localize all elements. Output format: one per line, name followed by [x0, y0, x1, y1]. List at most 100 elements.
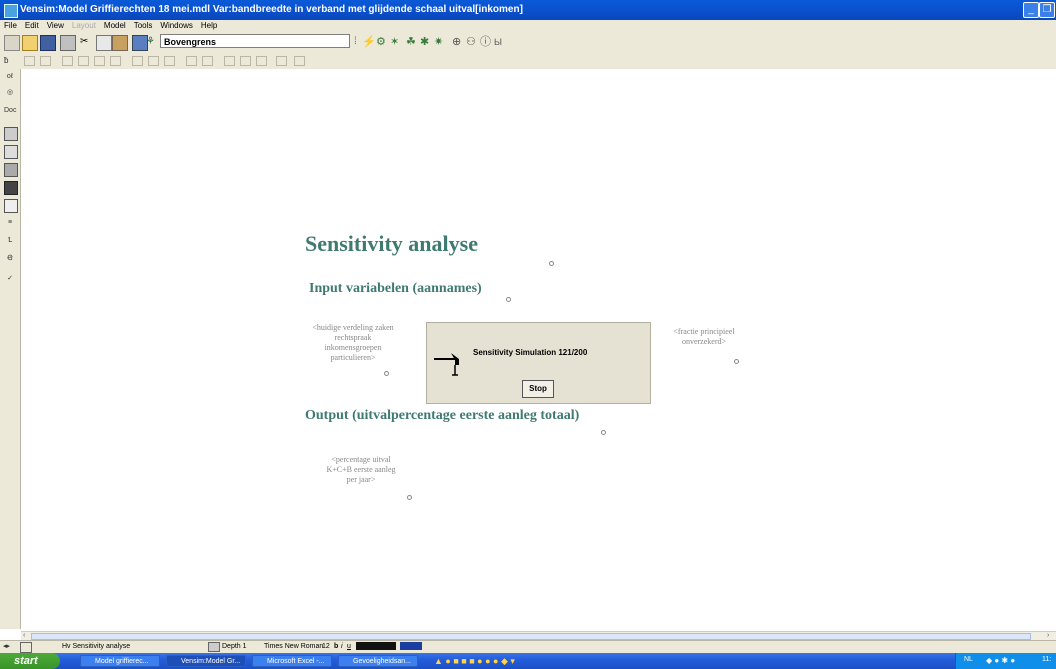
shadow-variable-2-handle — [734, 359, 739, 364]
system-tray: NL ◆ ● ✱ ● 11: — [955, 653, 1056, 669]
language-indicator[interactable]: NL — [964, 656, 973, 663]
arrow-tool-icon[interactable] — [78, 56, 89, 66]
restore-button[interactable]: ❐ — [1039, 2, 1055, 18]
hide-wand-icon[interactable] — [186, 56, 197, 66]
open-folder-icon[interactable] — [22, 35, 38, 51]
task-excel[interactable]: Microsoft Excel -... — [252, 655, 332, 667]
causes-strip-tool-icon[interactable] — [4, 127, 18, 141]
unhide-wand-icon[interactable] — [164, 56, 175, 66]
simulation-progress-text: Sensitivity Simulation 121/200 — [473, 348, 588, 357]
depth-indicator[interactable]: Depth 1 — [222, 642, 247, 652]
scroll-left-icon[interactable]: ‹ — [23, 632, 25, 639]
input-section-heading: Input variabelen (aannames) — [309, 281, 482, 296]
clock: 11: — [1042, 656, 1052, 663]
shadow-variable-uitval[interactable]: <percentage uitval K+C+B eerste aanleg p… — [321, 455, 401, 485]
italic-toggle[interactable]: i — [341, 642, 343, 652]
synthesim-icon[interactable]: ✱ — [420, 35, 434, 49]
print-icon[interactable] — [60, 35, 76, 51]
current-view-name[interactable]: Hv Sensitivity analyse — [62, 642, 130, 652]
move-icon[interactable] — [24, 56, 35, 66]
runs-compare-icon[interactable] — [4, 199, 18, 213]
view-nav-icon[interactable]: ◂▸ — [3, 642, 10, 652]
rate-tool-icon[interactable] — [94, 56, 105, 66]
sketch-toolbar: ƀ — [0, 53, 1056, 70]
minimize-button[interactable]: _ — [1023, 2, 1039, 18]
shadow-variable-onverzekerd[interactable]: <fractie principieel onverzekerd> — [673, 327, 735, 347]
uses-tree-icon[interactable]: ◎ — [4, 87, 16, 99]
sensitivity-progress-dialog: Sensitivity Simulation 121/200 Stop — [426, 322, 651, 404]
color-selectors[interactable] — [356, 642, 396, 650]
model-info-icon[interactable]: Ы — [494, 35, 508, 49]
shadow-variable-icon[interactable] — [110, 56, 121, 66]
table-time-down-icon[interactable] — [4, 181, 18, 195]
causes-tree-icon[interactable]: oℓ — [4, 71, 16, 83]
cut-icon[interactable]: ✂ — [80, 35, 94, 49]
view-list-icon[interactable] — [20, 642, 32, 653]
table-window-icon[interactable] — [4, 163, 18, 177]
optimize-icon[interactable]: ☘ — [406, 35, 420, 49]
stop-button[interactable]: Stop — [522, 380, 554, 398]
menu-layout[interactable]: Layout — [72, 20, 96, 31]
table-tool-icon[interactable] — [294, 56, 305, 66]
control-panel-icon[interactable]: ⚇ — [466, 35, 480, 49]
doc-icon[interactable]: Doc — [4, 105, 16, 117]
scroll-right-icon[interactable]: › — [1047, 632, 1049, 639]
lock-icon[interactable]: ƀ — [4, 56, 15, 66]
underline-toggle[interactable]: u — [347, 642, 351, 652]
delete-tool-icon[interactable] — [202, 56, 213, 66]
new-model-icon[interactable] — [4, 35, 20, 51]
quick-launch-icons[interactable]: ▲ ● ■ ■ ■ ● ● ● ◆ ▾ — [434, 656, 515, 667]
menu-view[interactable]: View — [47, 20, 64, 31]
causes-strip-icon[interactable] — [256, 56, 267, 66]
windows-taskbar: start Model griffierec... Vensim:Model G… — [0, 653, 1056, 669]
scrollbar-thumb[interactable] — [31, 633, 1031, 640]
hammer-icon — [434, 353, 459, 376]
simulate-icon[interactable]: ⚡ — [362, 35, 376, 49]
status-bar: ◂▸ Hv Sensitivity analyse Depth 1 Times … — [0, 640, 1056, 653]
sensitivity-icon[interactable]: ✶ — [390, 35, 404, 49]
sketch-comment-icon[interactable] — [148, 56, 159, 66]
heading-handle — [549, 261, 554, 266]
menu-help[interactable]: Help — [201, 20, 217, 31]
tray-icons[interactable]: ◆ ● ✱ ● — [986, 656, 1015, 665]
menu-model[interactable]: Model — [104, 20, 126, 31]
app-icon — [4, 4, 18, 18]
reality-check-icon[interactable]: ✷ — [434, 35, 448, 49]
analysis-toolbar: oℓ ◎ Doc ≡ Ꝉ Ꞡ ✓ — [0, 69, 21, 629]
input-output-icon[interactable] — [132, 56, 143, 66]
equations-tool-icon[interactable] — [224, 56, 235, 66]
loops-icon[interactable]: Ꝉ — [4, 235, 16, 247]
save-icon[interactable] — [40, 35, 56, 51]
paste-icon[interactable] — [112, 35, 128, 51]
font-size[interactable]: 12 — [322, 642, 330, 652]
shadow-variable-verdeling[interactable]: <huidige verdeling zaken rechtspraak ink… — [311, 323, 395, 363]
menu-edit[interactable]: Edit — [25, 20, 39, 31]
box-variable-icon[interactable] — [62, 56, 73, 66]
graph-window-icon[interactable] — [4, 145, 18, 159]
bold-toggle[interactable]: b — [334, 642, 338, 652]
font-name[interactable]: Times New Roman — [264, 642, 323, 652]
task-vensim[interactable]: Vensim:Model Gr... — [166, 655, 246, 667]
output-section-heading: Output (uitvalpercentage eerste aanleg t… — [305, 408, 580, 423]
task-gevoeligheid[interactable]: Gevoeligheidsan... — [338, 655, 418, 667]
copy-icon[interactable] — [96, 35, 112, 51]
menu-file[interactable]: File — [4, 20, 17, 31]
document-all-icon[interactable]: ≡ — [4, 217, 16, 229]
units-check-icon[interactable]: Ꞡ — [4, 253, 16, 265]
start-button[interactable]: start — [0, 653, 60, 669]
shape-selectors[interactable] — [400, 642, 422, 650]
variable-tool-icon[interactable] — [40, 56, 51, 66]
menu-tools[interactable]: Tools — [134, 20, 153, 31]
reference-mode-icon[interactable] — [240, 56, 251, 66]
workbench-variable-field[interactable]: Bovengrens — [160, 34, 350, 48]
help-icon[interactable]: ⓘ — [480, 35, 494, 49]
task-model-griffierechten[interactable]: Model griffierec... — [80, 655, 160, 667]
shadow-variable-3-handle — [407, 495, 412, 500]
setup-simulation-icon[interactable]: ⚙ — [376, 35, 390, 49]
graph-tool-icon[interactable] — [276, 56, 287, 66]
syntax-check-icon[interactable]: ✓ — [4, 273, 16, 285]
dataset-icon[interactable]: ⊕ — [452, 35, 466, 49]
input-heading-handle — [506, 297, 511, 302]
depth-icon — [208, 642, 220, 652]
menu-windows[interactable]: Windows — [160, 20, 192, 31]
